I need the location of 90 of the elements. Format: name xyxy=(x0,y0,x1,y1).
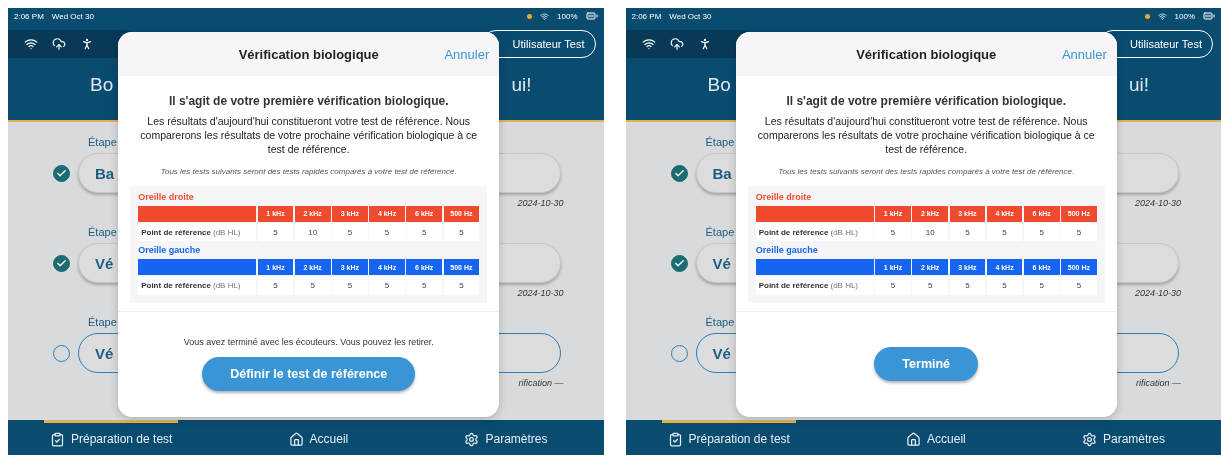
status-time: 2:06 PM xyxy=(631,11,662,21)
table-cell: 5 xyxy=(986,223,1023,241)
dialog-heading: Il s'agit de votre première vérification biologique. xyxy=(168,94,449,108)
battery-icon xyxy=(1203,10,1215,22)
row-label: Point de référence (dB HL) xyxy=(138,223,257,241)
dialog-note: Tous les tests suivants seront des tests rapides comparés à votre test de référence. xyxy=(778,166,1075,176)
footer-note: Vous avez terminé avec les écouteurs. Vous pouvez les retirer. xyxy=(183,337,434,348)
table-cell: 5 xyxy=(332,276,368,295)
table-cell: 5 xyxy=(1023,223,1060,241)
dialog-text: Les résultats d'aujourd'hui constitueront votre test de référence. Nous comparerons les résultats de votre prochaine vérification biologique à ce test de référence. xyxy=(756,114,1096,157)
step-date: rification — xyxy=(518,378,564,388)
unit-text: (dB HL) xyxy=(830,227,859,237)
status-dot-icon xyxy=(527,13,533,19)
ear-title: Oreille droite xyxy=(755,191,813,202)
nav-tab[interactable]: Préparation de test xyxy=(661,420,796,455)
table-cell: 5 xyxy=(1061,276,1097,295)
battery-level: 100% xyxy=(1174,11,1195,21)
row-label: Point de référence (dB HL) xyxy=(138,276,257,295)
greeting-text: ui! xyxy=(511,74,532,96)
nav-tab[interactable]: Accueil xyxy=(282,420,355,455)
table-cell: 5 xyxy=(257,223,294,241)
dialog-text: Les résultats d'aujourd'hui constitueront votre test de référence. Nous comparerons les résultats de votre prochaine vérification biologique à ce test de référence. xyxy=(139,114,479,157)
wifi-icon xyxy=(1157,11,1167,21)
dialog-heading: Il s'agit de votre première vérification biologique. xyxy=(786,94,1066,108)
wifi-icon xyxy=(24,37,38,51)
wifi-icon xyxy=(641,37,656,51)
status-time: 2:06 PM xyxy=(14,11,44,21)
row-label: Point de référence (dB HL) xyxy=(755,276,874,295)
nav-tab[interactable]: Paramètres xyxy=(458,420,554,455)
table-cell: 5 xyxy=(949,276,986,295)
battery-icon xyxy=(585,10,598,22)
table-cell: 5 xyxy=(443,223,480,241)
table-cell: 5 xyxy=(406,276,443,295)
dialog-title: Vérification biologique xyxy=(856,46,997,62)
greeting-text: ui! xyxy=(1128,74,1149,96)
settings-icon xyxy=(464,431,480,447)
table-cell: 10 xyxy=(294,223,331,241)
table-cell: 5 xyxy=(986,276,1023,295)
greeting-text: Bo xyxy=(90,74,114,96)
wifi-icon xyxy=(540,11,550,21)
greeting-text: Bo xyxy=(707,74,731,96)
table-cell: 5 xyxy=(912,276,948,295)
step-label: Étape xyxy=(705,136,735,148)
ear-title: Oreille gauche xyxy=(138,245,202,255)
nav-tab[interactable]: Paramètres xyxy=(1075,420,1171,455)
battery-level: 100% xyxy=(557,11,578,21)
step-date: 2024-10-30 xyxy=(517,198,564,208)
table-cell: 5 xyxy=(332,223,368,241)
step-label: Étape xyxy=(88,226,117,238)
nav-tab[interactable]: Accueil xyxy=(900,420,972,455)
step-date: 2024-10-30 xyxy=(1134,198,1181,208)
unit-text: (dB HL) xyxy=(212,227,241,237)
table-cell: 5 xyxy=(875,223,911,241)
settings-icon xyxy=(1081,431,1097,447)
home-icon xyxy=(288,431,304,447)
table-cell: 5 xyxy=(1023,276,1060,295)
home-icon xyxy=(906,431,922,447)
step-date: 2024-10-30 xyxy=(517,288,564,298)
table-cell: 5 xyxy=(369,276,405,295)
step-label: Étape xyxy=(88,136,117,148)
status-date: Wed Oct 30 xyxy=(51,11,94,21)
unit-text: (dB HL) xyxy=(212,281,241,290)
table-cell: 5 xyxy=(406,223,443,241)
table-cell: 5 xyxy=(443,276,480,295)
cloud-upload-icon xyxy=(52,37,66,51)
table-cell: 10 xyxy=(912,223,948,241)
step-label: Étape xyxy=(88,316,117,328)
dialog-title: Vérification biologique xyxy=(238,46,379,62)
table-cell: 5 xyxy=(875,276,911,295)
table-cell: 5 xyxy=(369,223,405,241)
table-cell: 5 xyxy=(1061,223,1097,241)
person-icon xyxy=(80,37,94,51)
status-dot-icon xyxy=(1144,13,1150,19)
table-cell: 5 xyxy=(949,223,986,241)
table-cell: 5 xyxy=(257,276,294,295)
step-date: rification — xyxy=(1136,378,1181,388)
clipboard-icon xyxy=(50,431,65,447)
clipboard-icon xyxy=(667,431,683,447)
unit-text: (dB HL) xyxy=(830,281,859,290)
nav-tab[interactable]: Préparation de test xyxy=(44,420,179,455)
row-label: Point de référence (dB HL) xyxy=(755,223,874,241)
ear-title: Oreille gauche xyxy=(755,245,819,255)
cloud-upload-icon xyxy=(669,37,684,51)
table-cell: 5 xyxy=(294,276,331,295)
step-date: 2024-10-30 xyxy=(1134,288,1181,298)
status-date: Wed Oct 30 xyxy=(669,11,712,21)
step-label: Étape xyxy=(705,226,735,238)
dialog-note: Tous les tests suivants seront des tests rapides comparés à votre test de référence. xyxy=(160,166,457,176)
ear-title: Oreille droite xyxy=(138,191,195,202)
step-label: Étape xyxy=(705,316,735,328)
